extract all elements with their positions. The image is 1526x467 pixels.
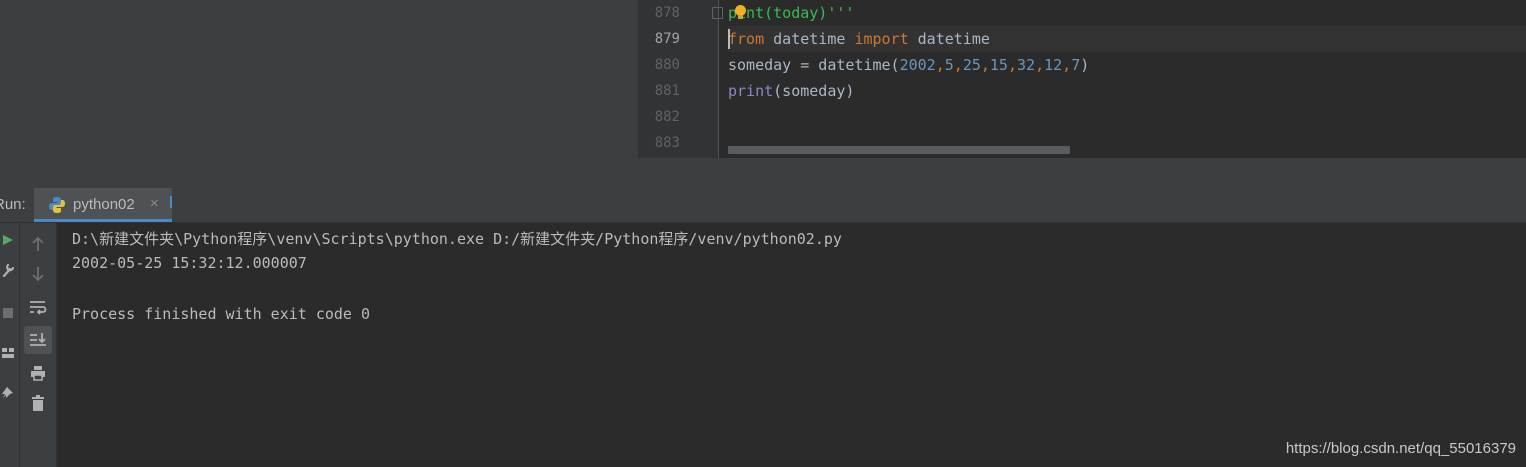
gutter-divider <box>718 0 719 158</box>
stop-icon[interactable] <box>0 305 16 321</box>
print-icon[interactable] <box>26 361 50 385</box>
code-token: (someday) <box>773 82 855 100</box>
code-editor[interactable]: 878 879 880 881 882 883 pint(today)''' f… <box>638 0 1526 188</box>
code-token: 7 <box>1071 56 1081 74</box>
code-line-880: someday = datetime(2002,5,25,15,32,12,7) <box>728 52 1526 78</box>
tab-edge-marker <box>170 196 172 208</box>
console-exit-line: Process finished with exit code 0 <box>72 305 371 323</box>
console-output-line: 2002-05-25 15:32:12.000007 <box>72 254 307 272</box>
code-line-879: from datetime import datetime <box>728 26 1526 52</box>
code-token: ) <box>1080 56 1090 74</box>
code-token: datetime <box>764 30 855 48</box>
code-token: , <box>1062 56 1072 74</box>
arrow-up-icon[interactable] <box>26 232 50 256</box>
line-number: 878 <box>654 5 680 21</box>
wrench-icon[interactable] <box>0 262 16 278</box>
code-token: , <box>935 56 945 74</box>
pin-icon[interactable] <box>0 385 16 401</box>
code-token: 32 <box>1017 56 1036 74</box>
layout-icon[interactable] <box>0 345 16 361</box>
intention-bulb-icon[interactable] <box>735 5 746 19</box>
code-line-878: pint(today)''' <box>728 0 1526 26</box>
horizontal-scrollbar[interactable] <box>728 146 1070 154</box>
line-number-gutter: 878 879 880 881 882 883 <box>638 0 723 158</box>
arrow-down-icon[interactable] <box>26 262 50 286</box>
code-token: 5 <box>944 56 954 74</box>
run-icon[interactable] <box>0 232 16 248</box>
active-tab-indicator <box>34 219 172 222</box>
console-output[interactable]: D:\新建文件夹\Python程序\venv\Scripts\python.ex… <box>57 223 1526 467</box>
watermark: https://blog.csdn.net/qq_55016379 <box>1285 440 1516 457</box>
python-icon <box>49 197 65 213</box>
code-token: , <box>980 56 990 74</box>
line-number: 883 <box>654 135 680 151</box>
line-number: 880 <box>654 57 680 73</box>
run-tab-label[interactable]: python02 <box>73 196 135 213</box>
code-token: int(today)''' <box>737 4 855 22</box>
line-number: 881 <box>654 83 680 99</box>
code-area[interactable]: pint(today)''' from datetime import date… <box>728 0 1526 158</box>
project-pane <box>0 0 638 188</box>
code-token: 2002 <box>899 56 936 74</box>
console-toolbar <box>20 223 57 467</box>
code-token: print <box>728 82 774 100</box>
code-token: someday = datetime( <box>728 56 900 74</box>
code-token: 12 <box>1044 56 1063 74</box>
run-label: Run: <box>0 196 26 213</box>
code-token: from <box>728 30 765 48</box>
code-token: , <box>1035 56 1045 74</box>
line-number-current: 879 <box>654 31 680 47</box>
code-token: , <box>953 56 963 74</box>
trash-icon[interactable] <box>26 391 50 415</box>
code-token: 15 <box>989 56 1008 74</box>
code-token: 25 <box>962 56 981 74</box>
run-toolbar-left <box>0 223 20 467</box>
run-tool-header: Run: python02 × <box>0 188 1526 223</box>
scroll-to-end-icon[interactable] <box>24 326 52 354</box>
code-line-881: print(someday) <box>728 78 1526 104</box>
code-token: , <box>1007 56 1017 74</box>
code-token: datetime <box>908 30 990 48</box>
close-icon[interactable]: × <box>150 195 159 212</box>
soft-wrap-icon[interactable] <box>26 295 50 319</box>
console-command-line: D:\新建文件夹\Python程序\venv\Scripts\python.ex… <box>72 230 842 248</box>
code-token: import <box>854 30 909 48</box>
text-caret <box>728 29 730 49</box>
editor-footer <box>638 158 1526 188</box>
line-number: 882 <box>654 109 680 125</box>
